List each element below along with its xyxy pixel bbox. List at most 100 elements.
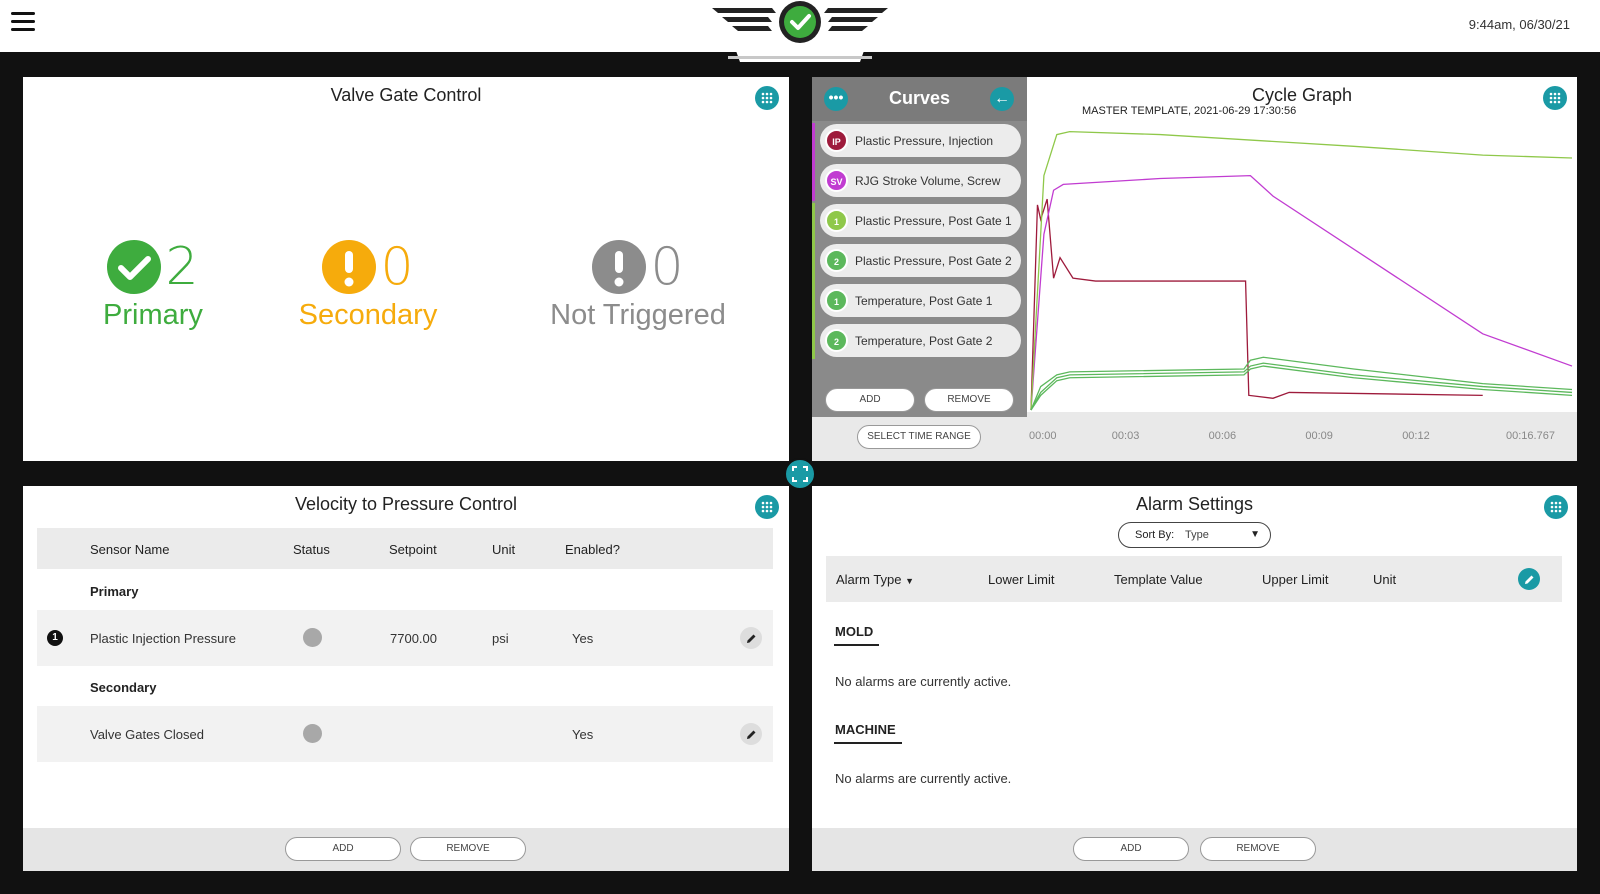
- curve-group-bar: [812, 203, 815, 359]
- select-time-range-button[interactable]: SELECT TIME RANGE: [857, 425, 981, 449]
- table-row[interactable]: Valve Gates Closed Yes: [37, 706, 773, 762]
- curve-group-bar: [812, 123, 815, 201]
- series-line-5: [1030, 365, 1573, 411]
- primary-count: 2: [165, 237, 199, 297]
- curve-badge: 2: [825, 329, 848, 352]
- category-underline: [834, 742, 902, 744]
- x-tick-label: 00:12: [1402, 430, 1430, 442]
- curve-item[interactable]: IP Plastic Pressure, Injection: [820, 124, 1021, 157]
- secondary-label: Secondary: [298, 299, 438, 331]
- alarm-category: MACHINE: [835, 722, 896, 737]
- curve-label: Plastic Pressure, Post Gate 2: [855, 253, 1012, 268]
- panel-title: Velocity to Pressure Control: [294, 494, 518, 514]
- curve-item[interactable]: 2 Plastic Pressure, Post Gate 2: [820, 244, 1021, 277]
- back-arrow-icon[interactable]: ←: [990, 87, 1014, 111]
- panel-menu-grid-icon[interactable]: [755, 495, 779, 519]
- x-tick-label: 00:00: [1029, 430, 1057, 442]
- panel-title: Alarm Settings: [1135, 494, 1254, 514]
- add-button[interactable]: ADD: [285, 837, 401, 861]
- curve-label: RJG Stroke Volume, Screw: [855, 173, 1001, 188]
- top-bar: 9:44am, 06/30/21: [0, 0, 1600, 62]
- cycle-graph-panel: ••• Curves ← IP Plastic Pressure, Inject…: [812, 77, 1577, 461]
- panel-menu-grid-icon[interactable]: [755, 86, 779, 110]
- curve-item[interactable]: SV RJG Stroke Volume, Screw: [820, 164, 1021, 197]
- column-header: Lower Limit: [988, 572, 1055, 587]
- valve-gate-panel: Valve Gate Control 2 Primary 0 Secondary…: [23, 77, 789, 461]
- alarm-category: MOLD: [835, 624, 874, 639]
- panel-title: Valve Gate Control: [330, 85, 482, 105]
- curves-footer: SELECT TIME RANGE: [812, 417, 1027, 461]
- category-underline: [834, 644, 879, 646]
- table-header: Alarm Type ▼ Lower Limit Template Value …: [826, 556, 1562, 602]
- panel-menu-grid-icon[interactable]: [1544, 495, 1568, 519]
- curve-item[interactable]: 1 Plastic Pressure, Post Gate 1: [820, 204, 1021, 237]
- curve-item[interactable]: 2 Temperature, Post Gate 2: [820, 324, 1021, 357]
- sort-by-dropdown[interactable]: Sort By: Type ▼: [1118, 522, 1271, 548]
- caret-down-icon: ▼: [1250, 529, 1260, 540]
- section-label: Primary: [90, 584, 139, 599]
- column-header: Enabled?: [565, 542, 620, 557]
- not-triggered-count: 0: [650, 237, 684, 297]
- exclamation-circle-icon: [322, 240, 377, 294]
- priority-number-badge: 1: [47, 630, 63, 646]
- curve-label: Temperature, Post Gate 1: [855, 293, 993, 308]
- cycle-graph-plot[interactable]: [1027, 77, 1577, 461]
- alarm-settings-panel: Alarm Settings Sort By: Type ▼ Alarm Typ…: [812, 486, 1577, 871]
- graph-area: Cycle Graph MASTER TEMPLATE, 2021-06-29 …: [1027, 77, 1577, 461]
- remove-button[interactable]: REMOVE: [410, 837, 526, 861]
- alarm-message: No alarms are currently active.: [835, 674, 1012, 689]
- table-row[interactable]: 1 Plastic Injection Pressure 7700.00 psi…: [37, 610, 773, 666]
- edit-pencil-icon[interactable]: [1518, 568, 1540, 590]
- curve-label: Plastic Pressure, Injection: [855, 133, 994, 148]
- series-line-1: [1030, 174, 1573, 411]
- secondary-count: 0: [380, 237, 414, 297]
- vpc-panel: Velocity to Pressure Control Sensor Name…: [23, 486, 789, 871]
- column-header[interactable]: Alarm Type ▼: [836, 572, 914, 587]
- curve-badge: SV: [825, 169, 848, 192]
- remove-curve-button[interactable]: REMOVE: [924, 388, 1014, 412]
- x-tick-label: 00:16.767: [1506, 430, 1555, 442]
- curve-badge: IP: [825, 129, 848, 152]
- exclamation-circle-icon: [592, 240, 647, 294]
- curve-item[interactable]: 1 Temperature, Post Gate 1: [820, 284, 1021, 317]
- column-header-label: Alarm Type: [836, 572, 902, 587]
- vg-not-triggered: 0 Not Triggered: [538, 237, 738, 332]
- time-axis: 00:00 00:03 00:06 00:09 00:12 00:16.767: [1027, 412, 1577, 461]
- alarm-message: No alarms are currently active.: [835, 771, 1012, 786]
- remove-button[interactable]: REMOVE: [1200, 837, 1316, 861]
- curve-badge: 2: [825, 249, 848, 272]
- sort-caret-icon: ▼: [905, 576, 915, 586]
- add-curve-button[interactable]: ADD: [825, 388, 915, 412]
- edit-pencil-icon[interactable]: [740, 723, 762, 745]
- primary-label: Primary: [103, 299, 203, 331]
- enabled: Yes: [572, 727, 594, 742]
- column-header: Sensor Name: [90, 542, 170, 557]
- unit: psi: [492, 631, 509, 646]
- curve-badge: 1: [825, 289, 848, 312]
- add-button[interactable]: ADD: [1073, 837, 1189, 861]
- edit-pencil-icon[interactable]: [740, 627, 762, 649]
- curve-badge: 1: [825, 209, 848, 232]
- app-logo: [710, 0, 890, 64]
- table-header: Sensor Name Status Setpoint Unit Enabled…: [37, 528, 773, 569]
- status-indicator: [303, 628, 322, 647]
- x-tick-label: 00:09: [1305, 430, 1333, 442]
- column-header: Unit: [1373, 572, 1397, 587]
- timestamp: 9:44am, 06/30/21: [1468, 17, 1570, 32]
- sensor-name: Valve Gates Closed: [90, 727, 204, 742]
- hamburger-menu-icon[interactable]: [11, 12, 35, 32]
- column-header: Unit: [492, 542, 516, 557]
- sensor-name: Plastic Injection Pressure: [90, 631, 236, 646]
- panel-footer: ADD REMOVE: [23, 828, 789, 871]
- status-indicator: [303, 724, 322, 743]
- column-header: Status: [293, 542, 330, 557]
- curve-label: Plastic Pressure, Post Gate 1: [855, 213, 1012, 228]
- curve-label: Temperature, Post Gate 2: [855, 333, 993, 348]
- vg-secondary: 0 Secondary: [288, 237, 448, 332]
- curves-header: ••• Curves ←: [812, 77, 1027, 121]
- not-triggered-label: Not Triggered: [550, 299, 726, 331]
- setpoint: 7700.00: [390, 631, 437, 646]
- sort-label: Sort By:: [1135, 529, 1175, 541]
- x-tick-label: 00:06: [1208, 430, 1237, 442]
- check-circle-icon: [107, 240, 162, 294]
